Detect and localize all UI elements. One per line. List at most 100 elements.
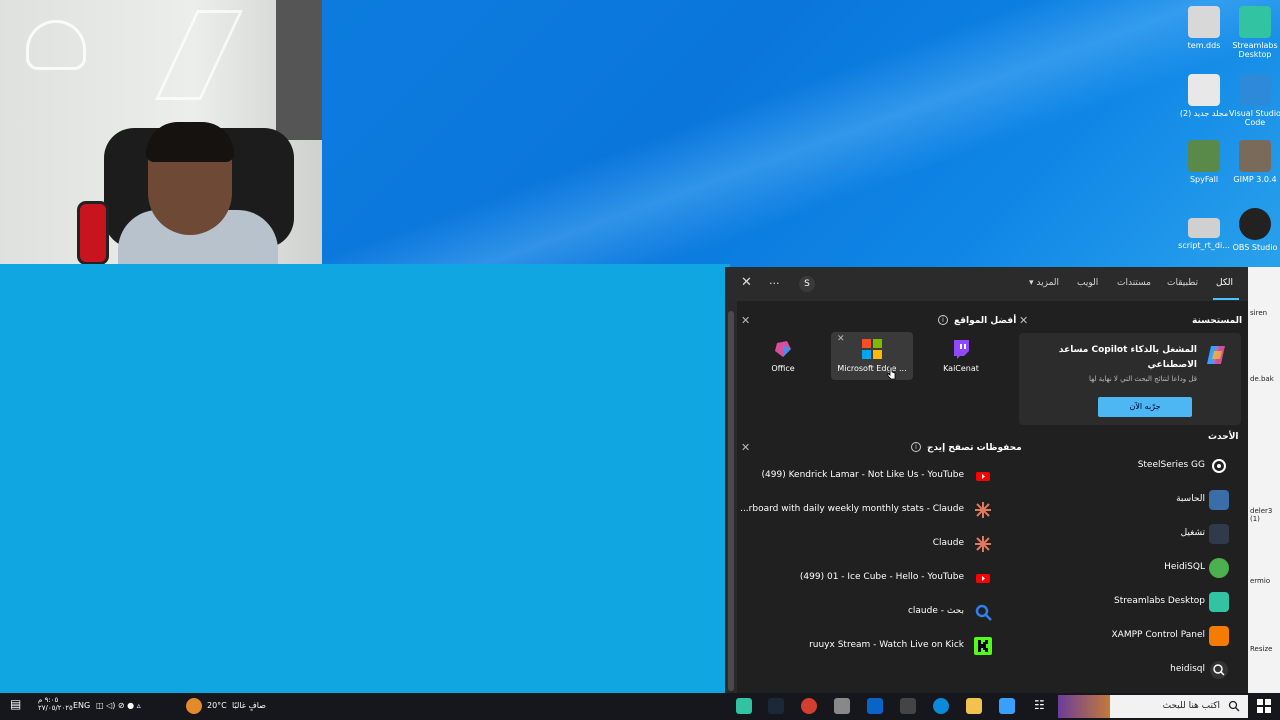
- steelseries-icon: [1212, 459, 1226, 473]
- microphone: [80, 204, 106, 262]
- system-tray-icons[interactable]: ◫ ◁) ⊘ ● ▵: [96, 701, 141, 710]
- streamlabs-icon: [1239, 6, 1271, 38]
- info-icon[interactable]: i: [938, 315, 948, 325]
- avatar[interactable]: S: [799, 276, 815, 292]
- recent-app-heidisql[interactable]: HeidiSQL: [1019, 553, 1241, 583]
- history-item[interactable]: claude - بحث: [742, 597, 1000, 627]
- webcam-overlay: [0, 0, 322, 264]
- desktop-label: Resize: [1250, 645, 1273, 653]
- steam-taskbar-icon[interactable]: [768, 698, 784, 714]
- recent-app-calculator[interactable]: الحاسبة: [1019, 485, 1241, 515]
- history-item[interactable]: (499) Kendrick Lamar - Not Like Us - You…: [742, 461, 1000, 491]
- store-taskbar-icon[interactable]: [900, 698, 916, 714]
- more-options-icon[interactable]: ···: [769, 277, 780, 290]
- file-explorer-taskbar-icon[interactable]: [966, 698, 982, 714]
- youtube-icon: [976, 472, 990, 481]
- copilot-title: المشغل بالذكاء Copilot مساعد الاصطناعي: [1058, 345, 1197, 370]
- scrollbar[interactable]: [725, 301, 737, 693]
- close-icon[interactable]: ✕: [741, 275, 752, 290]
- script-file-icon: [1188, 218, 1220, 238]
- claude-icon: [975, 502, 991, 518]
- chrome-taskbar-icon[interactable]: [801, 698, 817, 714]
- desktop-icon-streamlabs[interactable]: Streamlabs Desktop: [1229, 6, 1280, 59]
- neon-cloud-sign: [26, 20, 86, 70]
- xampp-icon: [1209, 626, 1229, 646]
- tab-more[interactable]: ▾ المزيد: [1029, 278, 1059, 288]
- desktop-icons-partial: siren de.bak deler3 (1) ermio Resize: [1248, 267, 1280, 693]
- top-site-office[interactable]: Office: [742, 332, 824, 380]
- remove-site-icon[interactable]: ✕: [837, 334, 845, 344]
- history-item[interactable]: ...rboard with daily weekly monthly stat…: [740, 495, 1000, 525]
- clock[interactable]: ٩:٠٥ م ٢٧/٠٥/٢٠٢٥: [38, 696, 73, 712]
- folder-icon: [1188, 74, 1220, 106]
- copilot-card[interactable]: المشغل بالذكاء Copilot مساعد الاصطناعي ق…: [1019, 333, 1241, 425]
- search-highlight-image: [1058, 695, 1110, 718]
- outlook-taskbar-icon[interactable]: [867, 698, 883, 714]
- tab-apps[interactable]: تطبيقات: [1167, 278, 1198, 288]
- tab-all[interactable]: الكل: [1216, 278, 1233, 288]
- search-icon: [1210, 661, 1228, 679]
- taskbar-search-box[interactable]: اكتب هنا للبحث: [1058, 695, 1248, 718]
- weather-text[interactable]: صافٍ غالبًا: [232, 701, 266, 710]
- desktop-icon-obs[interactable]: OBS Studio: [1229, 208, 1280, 252]
- desktop-area: [0, 264, 730, 694]
- youtube-icon: [976, 574, 990, 583]
- desktop-icon-spyfall[interactable]: SpyFall: [1178, 140, 1230, 184]
- recent-app-xampp[interactable]: XAMPP Control Panel: [1019, 621, 1241, 651]
- desktop-icon-gimp[interactable]: GIMP 3.0.4: [1229, 140, 1280, 184]
- weather-icon[interactable]: [186, 698, 202, 714]
- edge-taskbar-icon[interactable]: [933, 698, 949, 714]
- top-site-kaicenat[interactable]: KaiCenat: [920, 332, 1002, 380]
- heidisql-icon: [1209, 558, 1229, 578]
- claude-icon: [975, 536, 991, 552]
- desktop-label: siren: [1250, 309, 1268, 317]
- notification-icon[interactable]: ▤: [10, 697, 21, 711]
- desktop-label: de.bak: [1250, 375, 1274, 383]
- calculator-icon: [1209, 490, 1229, 510]
- recent-app-run[interactable]: تشغيل: [1019, 519, 1241, 549]
- history-info-icon[interactable]: i: [911, 442, 921, 452]
- history-item[interactable]: Claude: [742, 529, 1000, 559]
- search-icon: [1228, 700, 1240, 712]
- copilot-subtitle: قل وداعا لنتائج البحث التي لا نهاية لها: [1088, 375, 1197, 383]
- desktop-icon-new-folder[interactable]: مجلد جديد (2): [1178, 74, 1230, 118]
- tab-web[interactable]: الويب: [1077, 278, 1098, 288]
- spyfall-icon: [1188, 140, 1220, 172]
- copilot-icon: [1207, 346, 1225, 364]
- language-indicator[interactable]: ENG: [73, 701, 90, 710]
- desktop-icon-tem-dds[interactable]: tem.dds: [1178, 6, 1230, 50]
- desktop-label: deler3 (1): [1250, 507, 1273, 523]
- desktop-icon-script[interactable]: script_rt_di...: [1178, 208, 1230, 250]
- weather-temp[interactable]: 20°C: [207, 701, 227, 710]
- dismiss-history-icon[interactable]: ✕: [741, 441, 750, 454]
- taskbar: ▤ ٩:٠٥ م ٢٧/٠٥/٢٠٢٥ ENG ◫ ◁) ⊘ ● ▵ 20°C ص…: [0, 693, 1280, 720]
- active-tab-indicator: [1213, 298, 1239, 300]
- scrollbar-thumb[interactable]: [728, 311, 734, 691]
- search-input[interactable]: اكتب هنا للبحث: [1163, 701, 1220, 711]
- dismiss-top-sites-icon[interactable]: ✕: [741, 314, 750, 327]
- history-item[interactable]: ruuyx Stream - Watch Live on Kick: [742, 631, 1000, 661]
- desktop-wallpaper-streak: [320, 0, 1280, 300]
- recent-app-streamlabs[interactable]: Streamlabs Desktop: [1019, 587, 1241, 617]
- dismiss-suggested-icon[interactable]: ✕: [1019, 314, 1028, 327]
- task-view-icon[interactable]: ☷: [1034, 698, 1045, 712]
- tab-documents[interactable]: مستندات: [1117, 278, 1151, 288]
- search-topbar: ✕ ··· S ▾ المزيد الويب مستندات تطبيقات ا…: [725, 267, 1248, 301]
- mouse-cursor-icon: [887, 366, 896, 380]
- history-title: محفوظات تصفح إيدج: [927, 443, 1022, 453]
- run-icon: [1209, 524, 1229, 544]
- streamlabs-taskbar-icon[interactable]: [736, 698, 752, 714]
- history-item[interactable]: (499) 01 - Ice Cube - Hello - YouTube: [742, 563, 1000, 593]
- search-icon: [975, 604, 992, 621]
- recent-title: الأحدث: [1208, 432, 1239, 442]
- try-now-button[interactable]: جرّبه الآن: [1098, 397, 1192, 417]
- windows-start-icon[interactable]: [1257, 699, 1271, 713]
- copilot-taskbar-icon[interactable]: [999, 698, 1015, 714]
- top-site-microsoft-edge[interactable]: ✕ Microsoft Edge ...: [831, 332, 913, 380]
- app-taskbar-icon[interactable]: [834, 698, 850, 714]
- recent-search-heidisql[interactable]: heidisql: [1019, 655, 1241, 685]
- neon-bolt-sign: [155, 10, 243, 100]
- desktop-icon-vscode[interactable]: Visual Studio Code: [1229, 74, 1280, 127]
- vscode-icon: [1239, 74, 1271, 106]
- recent-app-steelseries[interactable]: SteelSeries GG: [1019, 451, 1241, 481]
